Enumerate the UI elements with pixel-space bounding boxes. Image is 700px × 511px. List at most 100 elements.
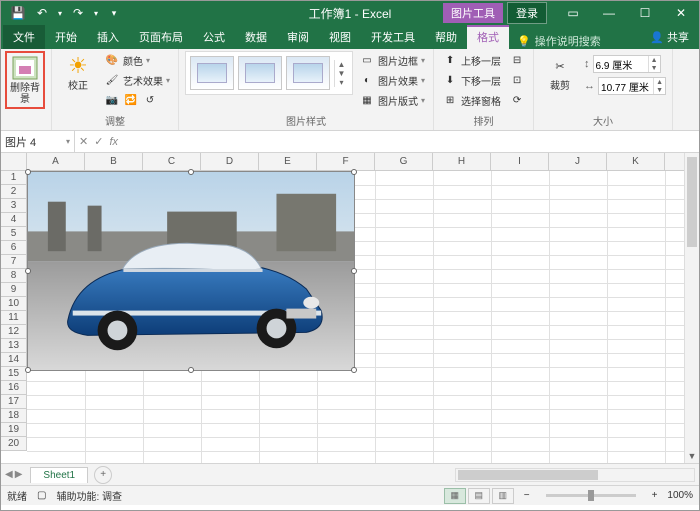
picture-effects-button[interactable]: ◐图片效果▾ bbox=[357, 71, 427, 89]
share-button[interactable]: 👤 共享 bbox=[640, 25, 699, 49]
row-header[interactable]: 9 bbox=[1, 283, 26, 297]
undo-dropdown-icon[interactable]: ▾ bbox=[55, 3, 65, 23]
qat-customize-icon[interactable]: ▾ bbox=[103, 3, 125, 23]
tab-data[interactable]: 数据 bbox=[235, 25, 277, 49]
send-backward-button[interactable]: ⬇下移一层 bbox=[440, 71, 503, 89]
gallery-more[interactable]: ▲▼▾ bbox=[334, 60, 348, 87]
normal-view-button[interactable]: ▦ bbox=[444, 488, 466, 504]
zoom-in-button[interactable]: + bbox=[652, 490, 658, 501]
column-header[interactable]: F bbox=[317, 153, 375, 170]
rotate-button[interactable]: ⟳ bbox=[507, 91, 527, 109]
login-button[interactable]: 登录 bbox=[507, 2, 547, 24]
tab-home[interactable]: 开始 bbox=[45, 25, 87, 49]
column-header[interactable]: I bbox=[491, 153, 549, 170]
height-value[interactable] bbox=[594, 59, 648, 70]
width-input[interactable]: ▲▼ bbox=[598, 77, 666, 95]
redo-dropdown-icon[interactable]: ▾ bbox=[91, 3, 101, 23]
change-picture-icon[interactable]: 🔁 bbox=[123, 92, 139, 108]
compress-pictures-icon[interactable]: 📷 bbox=[104, 92, 120, 108]
artistic-effects-button[interactable]: 🖌艺术效果▾ bbox=[102, 71, 172, 89]
row-header[interactable]: 16 bbox=[1, 381, 26, 395]
row-header[interactable]: 10 bbox=[1, 297, 26, 311]
minimize-icon[interactable]: — bbox=[591, 1, 627, 25]
save-icon[interactable]: 💾 bbox=[7, 3, 29, 23]
tab-help[interactable]: 帮助 bbox=[425, 25, 467, 49]
name-box[interactable]: 图片 4 ▾ bbox=[1, 131, 75, 152]
picture-layout-button[interactable]: ▦图片版式▾ bbox=[357, 91, 427, 109]
hscroll-thumb[interactable] bbox=[458, 470, 598, 480]
selection-pane-button[interactable]: ⊞选择窗格 bbox=[440, 91, 503, 109]
tab-developer[interactable]: 开发工具 bbox=[361, 25, 425, 49]
sheet-tab[interactable]: Sheet1 bbox=[30, 467, 88, 483]
align-button[interactable]: ⊟ bbox=[507, 51, 527, 69]
width-value[interactable] bbox=[599, 81, 653, 92]
column-header[interactable]: K bbox=[607, 153, 665, 170]
row-header[interactable]: 14 bbox=[1, 353, 26, 367]
row-header[interactable]: 20 bbox=[1, 437, 26, 451]
color-button[interactable]: 🎨颜色▾ bbox=[102, 51, 172, 69]
row-header[interactable]: 8 bbox=[1, 269, 26, 283]
zoom-out-button[interactable]: − bbox=[524, 490, 530, 501]
style-thumb[interactable] bbox=[286, 56, 330, 90]
close-icon[interactable]: ✕ bbox=[663, 1, 699, 25]
remove-background-button[interactable]: 删除背景 bbox=[5, 51, 45, 109]
picture-styles-gallery[interactable]: ▲▼▾ bbox=[185, 51, 353, 95]
row-header[interactable]: 12 bbox=[1, 325, 26, 339]
reset-picture-icon[interactable]: ↺ bbox=[142, 92, 158, 108]
tab-page-layout[interactable]: 页面布局 bbox=[129, 25, 193, 49]
scroll-down-icon[interactable]: ▼ bbox=[685, 449, 699, 463]
row-header[interactable]: 15 bbox=[1, 367, 26, 381]
column-header[interactable]: J bbox=[549, 153, 607, 170]
column-header[interactable]: H bbox=[433, 153, 491, 170]
zoom-slider[interactable] bbox=[546, 494, 636, 497]
row-header[interactable]: 11 bbox=[1, 311, 26, 325]
tab-view[interactable]: 视图 bbox=[319, 25, 361, 49]
row-header[interactable]: 1 bbox=[1, 171, 26, 185]
page-layout-view-button[interactable]: ▤ bbox=[468, 488, 490, 504]
sheet-nav[interactable]: ◀▶ bbox=[1, 469, 26, 480]
tell-me-search[interactable]: 💡 操作说明搜索 bbox=[517, 33, 601, 49]
row-header[interactable]: 5 bbox=[1, 227, 26, 241]
picture-border-button[interactable]: ▭图片边框▾ bbox=[357, 51, 427, 69]
corrections-button[interactable]: ☀ 校正 bbox=[58, 51, 98, 94]
tab-formulas[interactable]: 公式 bbox=[193, 25, 235, 49]
style-thumb[interactable] bbox=[238, 56, 282, 90]
column-header[interactable]: D bbox=[201, 153, 259, 170]
tab-format[interactable]: 格式 bbox=[467, 25, 509, 49]
group-button[interactable]: ⊡ bbox=[507, 71, 527, 89]
inserted-picture[interactable] bbox=[27, 171, 355, 371]
zoom-level[interactable]: 100% bbox=[667, 490, 693, 501]
column-header[interactable]: E bbox=[259, 153, 317, 170]
style-thumb[interactable] bbox=[190, 56, 234, 90]
fx-icon[interactable]: fx bbox=[109, 136, 118, 148]
vertical-scrollbar[interactable]: ▲ ▼ bbox=[684, 153, 699, 463]
row-header[interactable]: 2 bbox=[1, 185, 26, 199]
page-break-view-button[interactable]: ▥ bbox=[492, 488, 514, 504]
maximize-icon[interactable]: ☐ bbox=[627, 1, 663, 25]
new-sheet-button[interactable]: + bbox=[94, 466, 112, 484]
select-all-corner[interactable] bbox=[1, 153, 27, 171]
row-header[interactable]: 4 bbox=[1, 213, 26, 227]
row-header[interactable]: 17 bbox=[1, 395, 26, 409]
height-input[interactable]: ▲▼ bbox=[593, 55, 661, 73]
column-header[interactable]: C bbox=[143, 153, 201, 170]
enter-icon[interactable]: ✓ bbox=[94, 135, 103, 148]
row-header[interactable]: 18 bbox=[1, 409, 26, 423]
scroll-thumb[interactable] bbox=[687, 157, 697, 247]
tab-review[interactable]: 审阅 bbox=[277, 25, 319, 49]
column-header[interactable]: B bbox=[85, 153, 143, 170]
bring-forward-button[interactable]: ⬆上移一层 bbox=[440, 51, 503, 69]
cells-area[interactable] bbox=[27, 171, 699, 463]
horizontal-scrollbar[interactable] bbox=[455, 468, 695, 482]
macro-record-icon[interactable]: ▢ bbox=[37, 490, 46, 501]
row-header[interactable]: 7 bbox=[1, 255, 26, 269]
ribbon-options-icon[interactable]: ▭ bbox=[555, 1, 591, 25]
tab-file[interactable]: 文件 bbox=[3, 25, 45, 49]
tab-insert[interactable]: 插入 bbox=[87, 25, 129, 49]
row-header[interactable]: 6 bbox=[1, 241, 26, 255]
row-header[interactable]: 13 bbox=[1, 339, 26, 353]
row-header[interactable]: 19 bbox=[1, 423, 26, 437]
row-header[interactable]: 3 bbox=[1, 199, 26, 213]
column-header[interactable]: G bbox=[375, 153, 433, 170]
crop-button[interactable]: ✂ 裁剪 bbox=[540, 51, 580, 94]
